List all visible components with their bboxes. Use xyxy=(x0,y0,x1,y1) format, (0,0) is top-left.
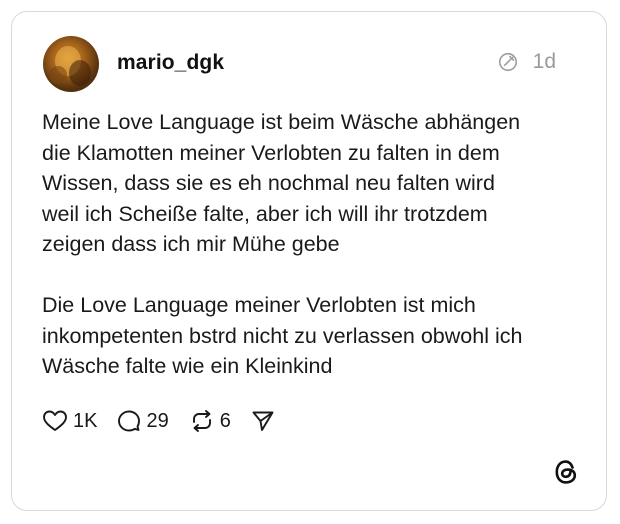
repost-icon xyxy=(192,410,211,432)
post-meta: 1d xyxy=(497,50,556,74)
repost-button[interactable]: 6 xyxy=(189,409,231,433)
username[interactable]: mario_dgk xyxy=(117,51,224,75)
share-button[interactable] xyxy=(251,409,275,433)
timestamp: 1d xyxy=(532,50,556,73)
like-count: 1K xyxy=(73,409,98,432)
threads-logo-icon[interactable] xyxy=(552,458,580,486)
repost-count: 6 xyxy=(219,409,231,432)
action-bar: 1K 29 6 xyxy=(42,409,295,433)
edited-badge-icon xyxy=(498,52,517,72)
comment-icon xyxy=(118,410,141,432)
avatar[interactable] xyxy=(43,36,99,92)
like-button[interactable]: 1K xyxy=(42,409,97,433)
post-card: mario_dgk 1d Meine Love Language ist bei… xyxy=(11,11,607,511)
send-icon xyxy=(252,411,274,431)
reply-button[interactable]: 29 xyxy=(117,409,169,433)
heart-icon xyxy=(43,410,67,431)
post-body: Meine Love Language ist beim Wäsche abhä… xyxy=(42,110,523,378)
reply-count: 29 xyxy=(146,409,169,432)
